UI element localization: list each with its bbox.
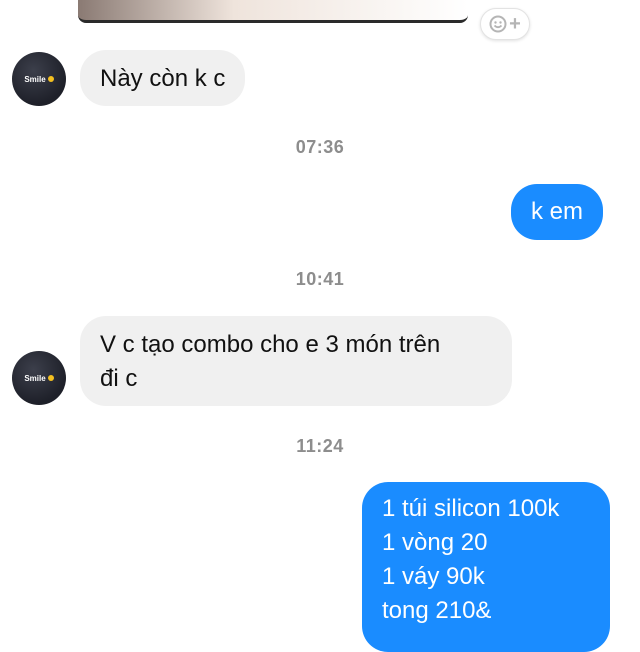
timestamp: 11:24 (296, 436, 344, 456)
previous-media-attachment[interactable] (78, 0, 468, 23)
message-text: k em (531, 198, 584, 225)
message-text-line: 1 túi silicon 100k (382, 495, 560, 522)
outgoing-message-bubble[interactable]: k em (511, 184, 604, 240)
avatar-label: Smile (24, 74, 46, 84)
add-reaction-button[interactable]: + (480, 8, 530, 40)
message-text-line: 1 vòng 20 (382, 529, 488, 556)
message-text-line: 1 váy 90k (382, 563, 485, 590)
message-text-line: đi c (100, 365, 138, 392)
message-text: Này còn k c (100, 65, 226, 92)
contact-avatar[interactable]: Smile (12, 52, 66, 106)
smiley-icon (47, 375, 54, 381)
outgoing-message-bubble[interactable]: 1 túi silicon 100k 1 vòng 20 1 váy 90k t… (362, 482, 610, 652)
timestamp: 07:36 (295, 137, 345, 157)
avatar-label: Smile (24, 373, 46, 383)
contact-avatar[interactable]: Smile (12, 351, 66, 405)
incoming-message-bubble[interactable]: Này còn k c (80, 50, 246, 106)
message-text-line: V c tạo combo cho e 3 món trên (100, 331, 441, 358)
timestamp: 10:41 (295, 269, 345, 289)
incoming-message-bubble[interactable]: V c tạo combo cho e 3 món trên đi c (80, 316, 512, 406)
smiley-icon (47, 76, 54, 82)
message-text-line: tong 210& (382, 597, 492, 624)
emoji-add-icon (489, 15, 507, 33)
